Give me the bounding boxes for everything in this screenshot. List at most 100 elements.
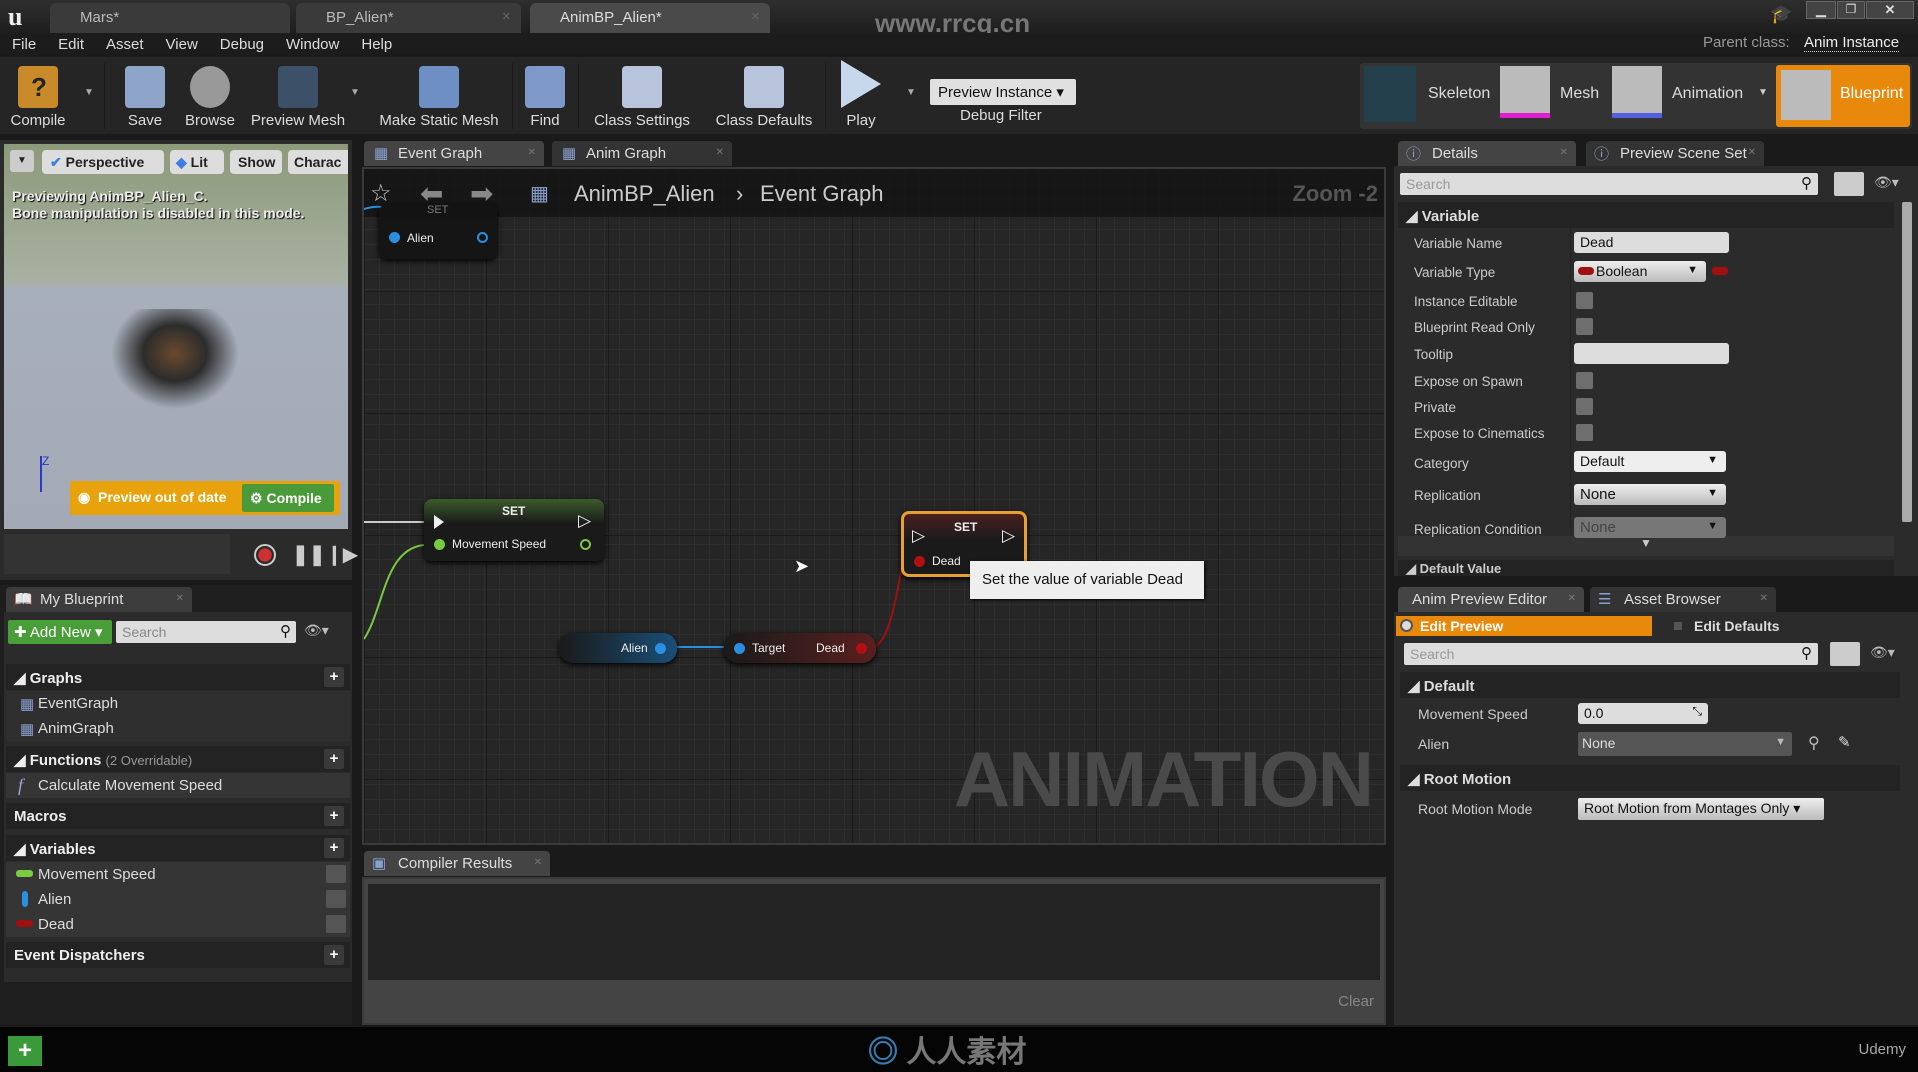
tab-bp-alien[interactable]: BP_Alien* ✕ xyxy=(296,3,521,33)
clear-button[interactable]: Clear xyxy=(1338,993,1374,1010)
tab-animbp-alien[interactable]: AnimBP_Alien* ✕ xyxy=(530,3,770,33)
section-variable[interactable]: ◢ Variable xyxy=(1398,202,1894,228)
section-variables[interactable]: ◢ Variables + xyxy=(6,835,350,861)
compile-button[interactable]: ? Compile xyxy=(6,57,70,134)
variable-name-input[interactable]: Dead xyxy=(1574,232,1729,253)
minimize-button[interactable]: ▁ xyxy=(1806,1,1836,19)
close-button[interactable]: ✕ xyxy=(1866,1,1914,19)
character-button[interactable]: Charac xyxy=(288,150,348,174)
details-scrollbar[interactable] xyxy=(1902,202,1912,522)
menu-edit[interactable]: Edit xyxy=(58,36,84,53)
compile-options-dropdown[interactable]: ▼ xyxy=(84,87,94,98)
section-graphs[interactable]: ◢ Graphs + xyxy=(6,664,350,690)
tab-asset-browser[interactable]: ☰ Asset Browser ✕ xyxy=(1590,587,1776,612)
alien-asset-picker[interactable]: None ▼ xyxy=(1578,732,1792,756)
close-icon[interactable]: ✕ xyxy=(751,10,760,23)
menu-asset[interactable]: Asset xyxy=(106,36,144,53)
mode-skeleton[interactable]: Skeleton xyxy=(1428,85,1490,103)
graph-canvas[interactable]: ☆ ⬅ ➡ ▦ AnimBP_Alien › Event Graph Zoom … xyxy=(362,167,1386,845)
play-button[interactable]: Play xyxy=(834,57,888,134)
read-only-checkbox[interactable] xyxy=(1576,318,1593,335)
movement-speed-input[interactable]: 0.0 ⤡ xyxy=(1578,703,1708,724)
viewport-options-button[interactable]: ▼ xyxy=(10,150,34,172)
root-motion-mode-dropdown[interactable]: Root Motion from Montages Only ▾ xyxy=(1578,798,1824,820)
speed-output-pin[interactable] xyxy=(580,539,591,550)
add-new-button[interactable]: ✚ Add New ▾ xyxy=(8,620,112,644)
expand-advanced-button[interactable]: ▼ xyxy=(1398,536,1894,556)
close-icon[interactable]: ✕ xyxy=(1568,593,1576,604)
function-item[interactable]: f Calculate Movement Speed xyxy=(6,773,350,798)
class-defaults-button[interactable]: Class Defaults xyxy=(712,57,816,134)
alien-output-pin[interactable] xyxy=(477,232,488,243)
add-variable-button[interactable]: + xyxy=(324,838,344,858)
edit-defaults-radio[interactable]: Edit Defaults xyxy=(1664,616,1904,636)
find-button[interactable]: Find xyxy=(520,57,570,134)
anim-preview-search-input[interactable]: Search ⚲ xyxy=(1404,643,1818,665)
private-checkbox[interactable] xyxy=(1576,398,1593,415)
set-movement-speed-node[interactable]: SET ▷ Movement Speed xyxy=(424,499,604,561)
tab-event-graph[interactable]: ▦ Event Graph ✕ xyxy=(364,141,544,166)
exec-output-pin[interactable]: ▷ xyxy=(578,511,591,531)
close-icon[interactable]: ✕ xyxy=(502,10,511,23)
tab-my-blueprint[interactable]: 📖 My Blueprint ✕ xyxy=(6,587,192,612)
tab-anim-preview-editor[interactable]: Anim Preview Editor ✕ xyxy=(1398,587,1584,612)
visibility-toggle[interactable] xyxy=(326,890,346,908)
menu-file[interactable]: File xyxy=(12,36,36,53)
close-icon[interactable]: ✕ xyxy=(1560,147,1568,158)
graph-item-animgraph[interactable]: ▦ AnimGraph xyxy=(6,716,350,741)
section-default[interactable]: ◢ Default xyxy=(1400,672,1900,698)
close-icon[interactable]: ✕ xyxy=(528,147,536,158)
get-alien-node[interactable]: Alien xyxy=(559,633,677,663)
dead-input-pin[interactable] xyxy=(914,556,925,567)
close-icon[interactable]: ✕ xyxy=(1748,147,1756,158)
dead-output-pin[interactable] xyxy=(856,643,867,654)
add-content-icon[interactable]: + xyxy=(8,1036,42,1066)
preview-mesh-dropdown[interactable]: ▼ xyxy=(350,87,360,98)
section-functions[interactable]: ◢ Functions (2 Overridable) + xyxy=(6,746,350,772)
container-type-icon[interactable] xyxy=(1712,267,1728,275)
variable-item[interactable]: Movement Speed xyxy=(6,862,350,887)
perspective-button[interactable]: ✔ Perspective xyxy=(42,150,164,174)
replication-dropdown[interactable]: None xyxy=(1574,484,1726,505)
property-matrix-button[interactable] xyxy=(1834,172,1864,196)
make-static-mesh-button[interactable]: Make Static Mesh xyxy=(374,57,504,134)
mode-animation[interactable]: Animation xyxy=(1672,85,1743,103)
close-icon[interactable]: ✕ xyxy=(1760,593,1768,604)
section-event-dispatchers[interactable]: Event Dispatchers + xyxy=(6,942,350,968)
pause-button[interactable]: ❚❚ xyxy=(292,542,326,567)
add-dispatcher-button[interactable]: + xyxy=(324,945,344,965)
menu-view[interactable]: View xyxy=(166,36,198,53)
expose-cinematics-checkbox[interactable] xyxy=(1576,424,1593,441)
viewport-compile-button[interactable]: ⚙ Compile xyxy=(242,484,334,512)
class-settings-button[interactable]: Class Settings xyxy=(590,57,694,134)
alien-output-pin[interactable] xyxy=(655,643,666,654)
close-icon[interactable]: ✕ xyxy=(176,593,184,604)
variable-item[interactable]: Dead xyxy=(6,912,350,937)
section-default-value[interactable]: ◢ Default Value xyxy=(1398,560,1894,576)
save-button[interactable]: Save xyxy=(120,57,170,134)
tab-preview-scene-set[interactable]: ⓘ Preview Scene Set ✕ xyxy=(1586,141,1764,166)
view-options-eye-icon[interactable]: 👁▾ xyxy=(304,622,329,639)
mode-blueprint[interactable]: Blueprint xyxy=(1776,65,1910,127)
animation-dropdown[interactable]: ▼ xyxy=(1758,87,1768,98)
expose-on-spawn-checkbox[interactable] xyxy=(1576,372,1593,389)
category-combo[interactable]: Default xyxy=(1574,451,1726,472)
exec-output-pin[interactable]: ▷ xyxy=(1002,526,1015,546)
record-button[interactable] xyxy=(254,544,276,566)
tooltip-input[interactable] xyxy=(1574,343,1729,364)
tab-mars[interactable]: Mars* xyxy=(50,3,290,33)
menu-help[interactable]: Help xyxy=(361,36,392,53)
menu-debug[interactable]: Debug xyxy=(220,36,264,53)
variable-type-dropdown[interactable]: Boolean xyxy=(1574,261,1706,282)
tab-anim-graph[interactable]: ▦ Anim Graph ✕ xyxy=(552,141,732,166)
set-alien-node[interactable]: SET Alien xyxy=(379,204,497,259)
eyedropper-icon[interactable]: ✎ xyxy=(1838,733,1851,751)
visibility-toggle[interactable] xyxy=(326,865,346,883)
alien-input-pin[interactable] xyxy=(389,232,400,243)
tab-compiler-results[interactable]: ▣ Compiler Results ✕ xyxy=(364,851,550,876)
viewport[interactable]: ▼ ✔ Perspective ◆ Lit Show Charac Previe… xyxy=(4,144,348,529)
exec-input-pin[interactable] xyxy=(434,515,444,529)
property-matrix-button[interactable] xyxy=(1830,642,1860,666)
debug-object-select[interactable]: Preview Instance ▾ xyxy=(930,79,1076,105)
close-icon[interactable]: ✕ xyxy=(716,147,724,158)
